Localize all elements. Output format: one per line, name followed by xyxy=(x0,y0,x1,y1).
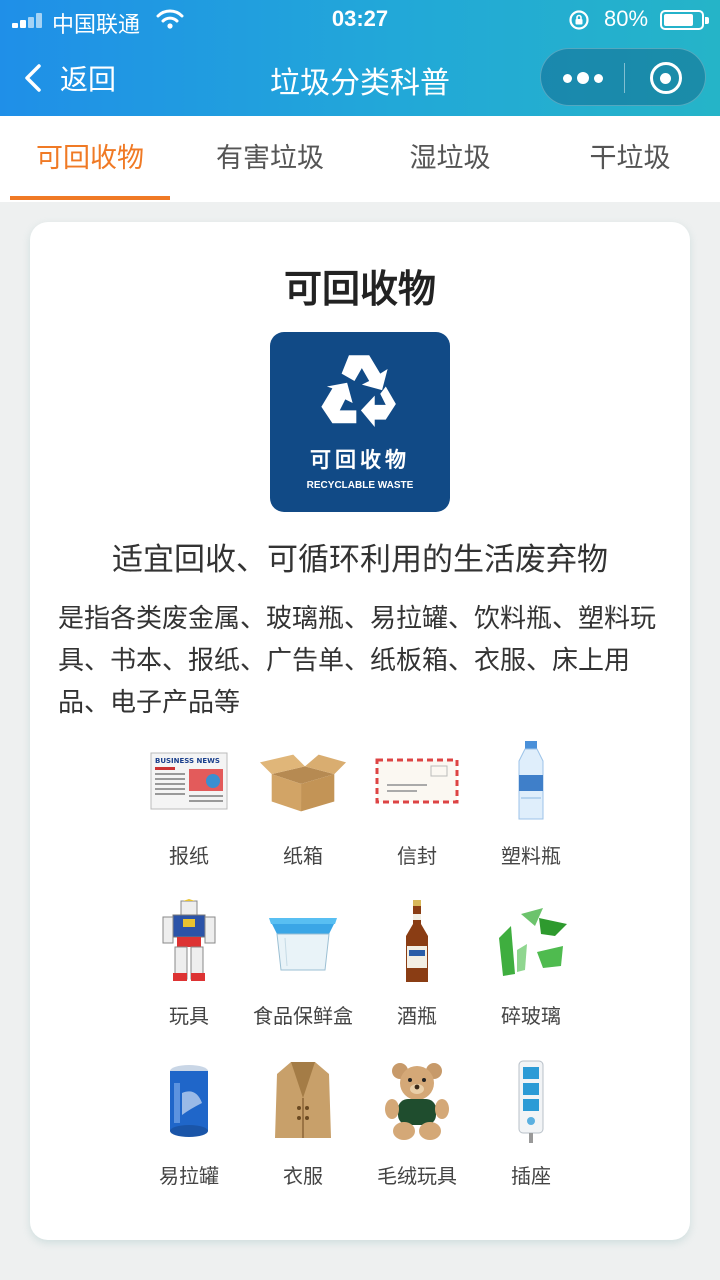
tab-dry-waste[interactable]: 干垃圾 xyxy=(540,116,720,202)
header: 中国联通 03:27 80% 返回 垃圾分类科普 xyxy=(0,0,720,116)
more-dot-icon xyxy=(576,72,589,84)
sign-label-en: RECYCLABLE WASTE xyxy=(306,480,414,491)
recycle-icon xyxy=(321,355,396,427)
tab-recyclable[interactable]: 可回收物 xyxy=(0,116,180,202)
beer-bottle-icon xyxy=(406,900,428,982)
item-cardboard-box: 纸箱 xyxy=(246,736,360,896)
active-tab-indicator xyxy=(10,196,170,200)
category-description: 是指各类废金属、玻璃瓶、易拉罐、饮料瓶、塑料玩具、书本、报纸、广告单、纸板箱、衣… xyxy=(58,604,657,718)
recyclable-sign: 可回收物 RECYCLABLE WASTE xyxy=(270,332,450,512)
item-envelope: 信封 xyxy=(360,736,474,896)
power-strip-icon xyxy=(518,1060,544,1143)
item-beer-bottle: 酒瓶 xyxy=(360,896,474,1056)
item-toy: 玩具 xyxy=(132,896,246,1056)
soda-can-icon xyxy=(170,1065,208,1137)
mini-program-capsule xyxy=(540,48,706,106)
tab-hazardous[interactable]: 有害垃圾 xyxy=(180,116,360,202)
newspaper-masthead: BUSINESS NEWS xyxy=(155,757,220,765)
item-teddy-bear: 毛绒玩具 xyxy=(360,1056,474,1216)
category-tabs: 可回收物 有害垃圾 湿垃圾 干垃圾 xyxy=(0,116,720,202)
item-broken-glass: 碎玻璃 xyxy=(474,896,588,1056)
card-title: 可回收物 xyxy=(283,267,436,311)
item-plastic-bottle: 塑料瓶 xyxy=(474,736,588,896)
battery-icon xyxy=(660,10,709,30)
item-label: 碎玻璃 xyxy=(501,1004,561,1028)
cardboard-box-icon xyxy=(259,754,347,812)
more-dot-icon xyxy=(562,73,572,83)
status-bar: 中国联通 03:27 80% xyxy=(0,0,720,40)
more-menu-button[interactable] xyxy=(541,49,624,107)
target-icon xyxy=(649,62,682,94)
teddy-bear-icon xyxy=(385,1063,449,1140)
item-soda-can: 易拉罐 xyxy=(132,1056,246,1216)
item-newspaper: BUSINESS NEWS 报纸 xyxy=(132,736,246,896)
envelope-icon xyxy=(375,758,459,804)
battery-percent: 80% xyxy=(604,6,649,31)
broken-glass-icon xyxy=(499,908,567,976)
category-card: 可回收物 可回收物 RECYCLABLE WASTE 适宜回收、可循环利用的生活… xyxy=(30,222,690,1240)
more-dot-icon xyxy=(593,73,603,83)
nav-bar: 返回 垃圾分类科普 xyxy=(0,40,720,116)
robot-toy-icon xyxy=(162,899,216,981)
rotation-lock-icon xyxy=(569,10,589,30)
item-power-strip: 插座 xyxy=(474,1056,588,1216)
item-clothes: 衣服 xyxy=(246,1056,360,1216)
food-container-icon xyxy=(269,918,337,971)
plastic-bottle-icon xyxy=(518,741,544,820)
item-label: 塑料瓶 xyxy=(501,844,561,868)
coat-icon xyxy=(275,1062,331,1138)
newspaper-icon: BUSINESS NEWS xyxy=(150,752,228,810)
item-label: 插座 xyxy=(511,1164,551,1188)
tab-wet-waste[interactable]: 湿垃圾 xyxy=(360,116,540,202)
sign-label-cn: 可回收物 xyxy=(310,448,410,472)
category-subtitle: 适宜回收、可循环利用的生活废弃物 xyxy=(112,542,608,578)
item-food-container: 食品保鲜盒 xyxy=(246,896,360,1056)
close-mini-program-button[interactable] xyxy=(624,49,707,107)
